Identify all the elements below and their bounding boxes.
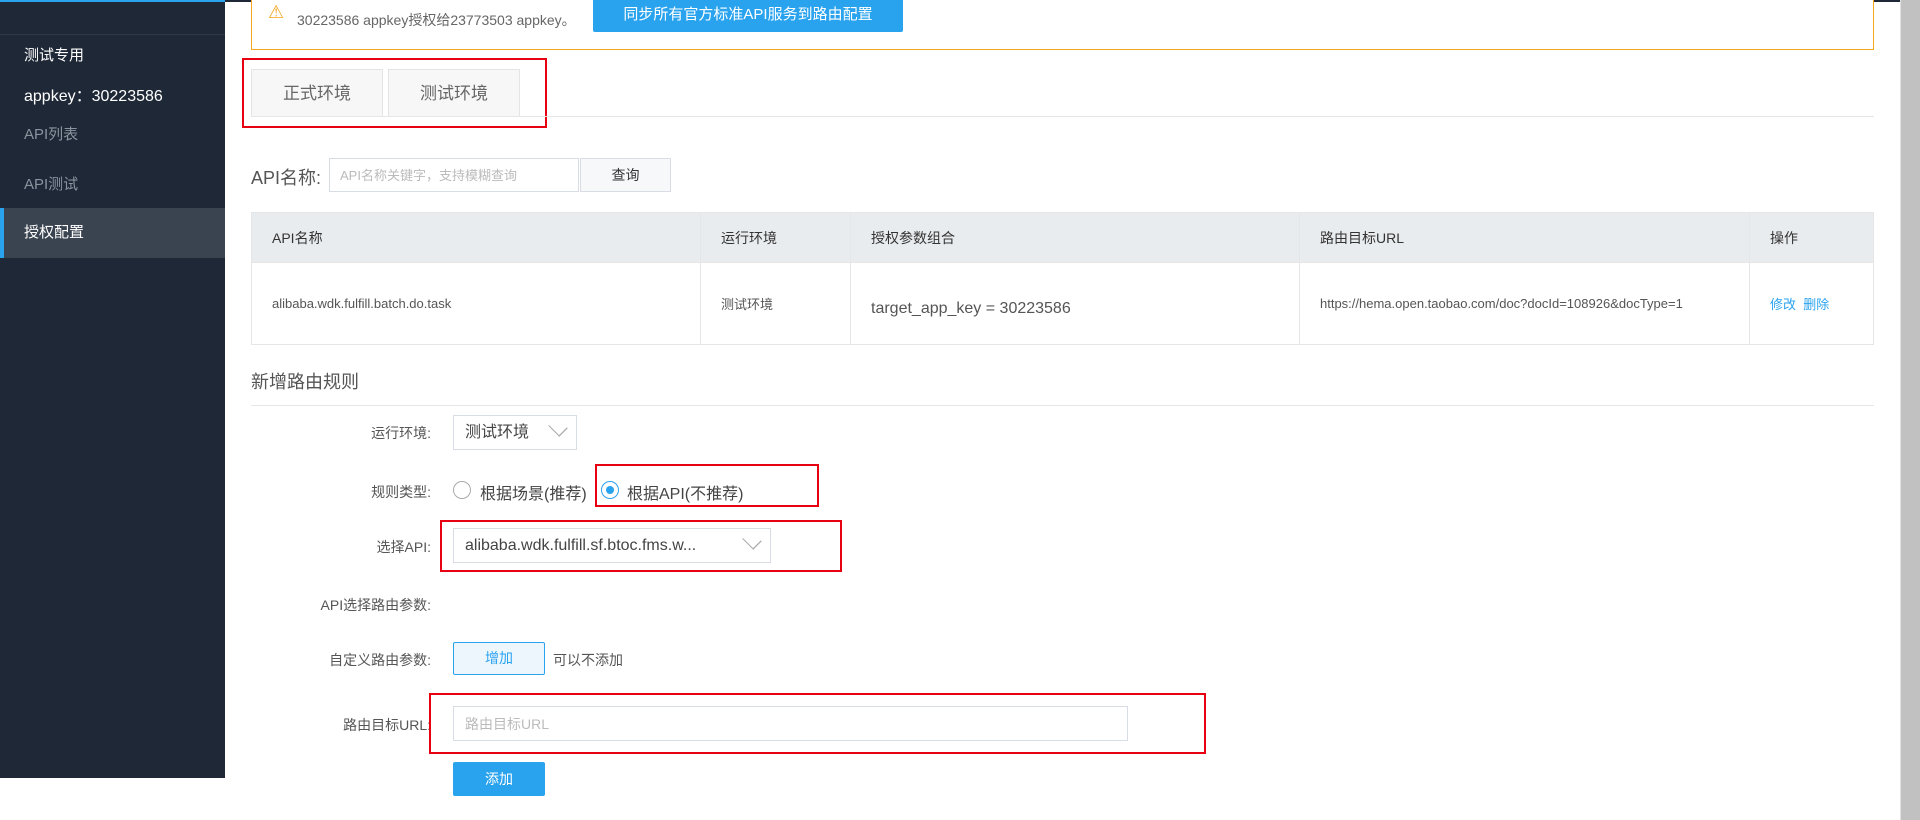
alert-box: ⚠ 30223586 appkey授权给23773503 appkey。 同步所… <box>251 0 1874 50</box>
cell-actions: 修改 删除 <box>1749 262 1874 345</box>
add-param-hint: 可以不添加 <box>553 652 623 668</box>
highlight-box-url <box>429 693 1206 754</box>
form-divider <box>251 405 1874 406</box>
form-title: 新增路由规则 <box>251 372 359 392</box>
tab-production[interactable]: 正式环境 <box>251 69 383 116</box>
routes-table: API名称 运行环境 授权参数组合 路由目标URL 操作 alibaba.wdk… <box>251 212 1874 345</box>
search-button[interactable]: 查询 <box>580 158 671 192</box>
highlight-box-api <box>440 520 842 572</box>
sidebar-item-api-test[interactable]: API测试 <box>0 160 225 210</box>
env-label: 运行环境: <box>371 425 431 441</box>
sync-api-button[interactable]: 同步所有官方标准API服务到路由配置 <box>593 0 903 32</box>
col-env: 运行环境 <box>700 212 851 263</box>
col-api-name: API名称 <box>251 212 701 263</box>
alert-text: 30223586 appkey授权给23773503 appkey。 <box>297 12 576 28</box>
api-params-label: API选择路由参数: <box>320 597 431 613</box>
scrollbar[interactable] <box>1900 0 1920 820</box>
table-row: alibaba.wdk.fulfill.batch.do.task 测试环境 t… <box>251 262 1874 345</box>
search-label: API名称: <box>251 168 322 188</box>
sidebar: 测试专用 appkey：30223586 API列表 API测试 授权配置 <box>0 0 225 778</box>
sidebar-divider <box>0 34 225 35</box>
tabs-divider <box>251 116 1874 117</box>
highlight-box-rule <box>595 464 819 507</box>
submit-add-button[interactable]: 添加 <box>453 762 545 796</box>
cell-params: target_app_key = 30223586 <box>850 262 1300 345</box>
sidebar-appkey: appkey：30223586 <box>24 88 163 105</box>
api-select-label: 选择API: <box>376 539 431 555</box>
table-header-row: API名称 运行环境 授权参数组合 路由目标URL 操作 <box>251 212 1874 263</box>
col-params: 授权参数组合 <box>850 212 1300 263</box>
tab-test[interactable]: 测试环境 <box>388 69 520 116</box>
sidebar-section-title: 测试专用 <box>24 47 85 64</box>
add-param-button[interactable]: 增加 <box>453 642 545 675</box>
env-select[interactable]: 测试环境 <box>453 415 577 450</box>
env-select-value: 测试环境 <box>465 424 530 441</box>
col-actions: 操作 <box>1749 212 1874 263</box>
chevron-down-icon <box>548 417 568 437</box>
rule-type-label: 规则类型: <box>371 484 431 500</box>
cell-env: 测试环境 <box>700 262 851 345</box>
sidebar-item-api-list[interactable]: API列表 <box>0 110 225 160</box>
custom-params-label: 自定义路由参数: <box>329 652 431 668</box>
col-url: 路由目标URL <box>1299 212 1750 263</box>
sidebar-item-auth-config[interactable]: 授权配置 <box>0 208 225 258</box>
radio-scene-label[interactable]: 根据场景(推荐) <box>480 480 587 504</box>
delete-link[interactable]: 删除 <box>1803 297 1829 312</box>
edit-link[interactable]: 修改 <box>1770 297 1796 312</box>
url-label: 路由目标URL: <box>343 717 431 733</box>
radio-scene[interactable] <box>453 481 471 499</box>
cell-api-name: alibaba.wdk.fulfill.batch.do.task <box>251 262 701 345</box>
api-name-search-input[interactable] <box>329 158 579 192</box>
cell-url: https://hema.open.taobao.com/doc?docId=1… <box>1299 262 1750 345</box>
warning-icon: ⚠ <box>268 2 285 22</box>
